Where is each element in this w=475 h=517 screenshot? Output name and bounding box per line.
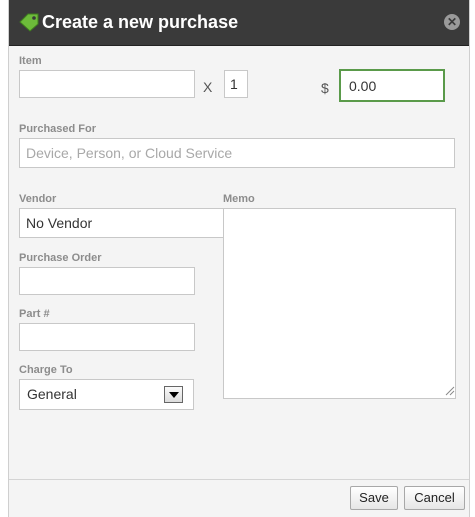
part-number-input[interactable] bbox=[19, 323, 195, 351]
close-icon[interactable]: ✕ bbox=[444, 14, 460, 30]
cancel-button[interactable]: Cancel bbox=[404, 486, 465, 510]
tag-icon bbox=[19, 13, 39, 32]
save-button[interactable]: Save bbox=[350, 486, 398, 510]
item-label: Item bbox=[19, 55, 42, 67]
times-symbol: X bbox=[203, 79, 213, 95]
purchased-for-input[interactable] bbox=[19, 138, 455, 168]
currency-symbol: $ bbox=[321, 80, 329, 96]
chevron-down-icon[interactable] bbox=[164, 386, 183, 403]
memo-textarea[interactable] bbox=[223, 208, 456, 399]
memo-label: Memo bbox=[223, 193, 255, 205]
item-input[interactable] bbox=[19, 70, 195, 98]
resize-grip-icon[interactable] bbox=[443, 384, 455, 396]
footer-divider bbox=[9, 479, 469, 480]
purchase-order-label: Purchase Order bbox=[19, 252, 102, 264]
purchased-for-label: Purchased For bbox=[19, 123, 97, 135]
dialog-title: Create a new purchase bbox=[42, 12, 239, 32]
charge-to-label: Charge To bbox=[19, 364, 73, 376]
vendor-select[interactable]: No Vendor bbox=[19, 208, 224, 238]
dialog-titlebar: Create a new purchase ✕ bbox=[9, 0, 469, 46]
quantity-input[interactable] bbox=[224, 70, 248, 98]
vendor-label: Vendor bbox=[19, 193, 57, 205]
create-purchase-dialog: Create a new purchase ✕ Item X $ Purchas… bbox=[8, 0, 470, 517]
price-input[interactable] bbox=[339, 69, 445, 102]
purchase-order-input[interactable] bbox=[19, 267, 195, 295]
part-number-label: Part # bbox=[19, 308, 50, 320]
